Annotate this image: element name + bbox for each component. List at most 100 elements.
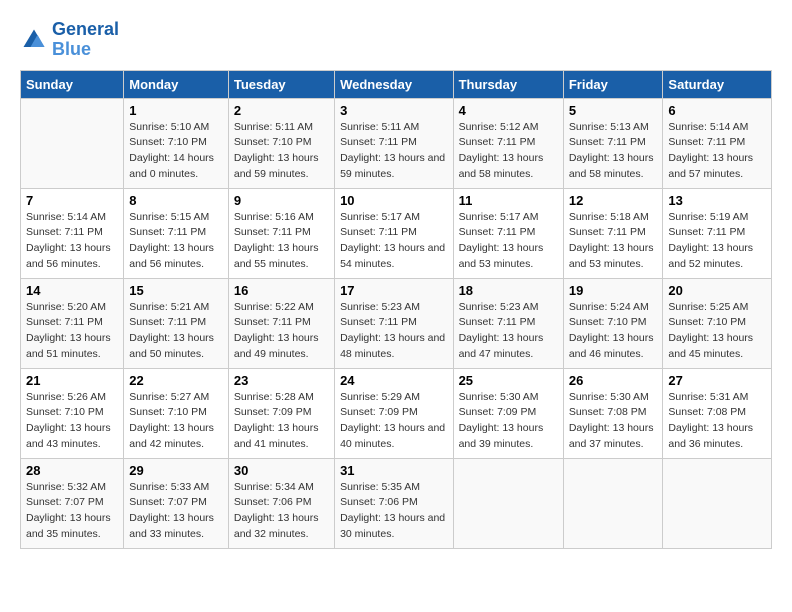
logo-text: General Blue [52, 20, 119, 60]
day-info: Sunrise: 5:26 AMSunset: 7:10 PMDaylight:… [26, 390, 118, 453]
calendar-cell: 22 Sunrise: 5:27 AMSunset: 7:10 PMDayligh… [124, 368, 229, 458]
day-info: Sunrise: 5:24 AMSunset: 7:10 PMDaylight:… [569, 300, 658, 363]
day-info: Sunrise: 5:20 AMSunset: 7:11 PMDaylight:… [26, 300, 118, 363]
calendar-cell: 27 Sunrise: 5:31 AMSunset: 7:08 PMDayligh… [663, 368, 772, 458]
day-info: Sunrise: 5:23 AMSunset: 7:11 PMDaylight:… [340, 300, 447, 363]
day-number: 27 [668, 373, 766, 388]
day-number: 28 [26, 463, 118, 478]
day-info: Sunrise: 5:10 AMSunset: 7:10 PMDaylight:… [129, 120, 223, 183]
day-number: 1 [129, 103, 223, 118]
day-number: 6 [668, 103, 766, 118]
calendar-cell: 1 Sunrise: 5:10 AMSunset: 7:10 PMDaylight… [124, 98, 229, 188]
calendar-cell: 19 Sunrise: 5:24 AMSunset: 7:10 PMDayligh… [563, 278, 663, 368]
day-number: 26 [569, 373, 658, 388]
day-info: Sunrise: 5:12 AMSunset: 7:11 PMDaylight:… [459, 120, 558, 183]
calendar-cell [453, 458, 563, 548]
day-number: 15 [129, 283, 223, 298]
day-info: Sunrise: 5:28 AMSunset: 7:09 PMDaylight:… [234, 390, 329, 453]
calendar-cell: 5Sunrise: 5:13 AMSunset: 7:11 PMDaylight… [563, 98, 663, 188]
day-number: 17 [340, 283, 447, 298]
calendar-table: SundayMondayTuesdayWednesdayThursdayFrid… [20, 70, 772, 549]
day-number: 4 [459, 103, 558, 118]
calendar-cell: 18 Sunrise: 5:23 AMSunset: 7:11 PMDayligh… [453, 278, 563, 368]
week-row-1: 1 Sunrise: 5:10 AMSunset: 7:10 PMDaylight… [21, 98, 772, 188]
day-info: Sunrise: 5:14 AMSunset: 7:11 PMDaylight:… [26, 210, 118, 273]
calendar-cell: 9 Sunrise: 5:16 AMSunset: 7:11 PMDaylight… [228, 188, 334, 278]
calendar-cell: 26 Sunrise: 5:30 AMSunset: 7:08 PMDayligh… [563, 368, 663, 458]
week-row-3: 14 Sunrise: 5:20 AMSunset: 7:11 PMDayligh… [21, 278, 772, 368]
day-info: Sunrise: 5:35 AMSunset: 7:06 PMDaylight:… [340, 480, 447, 543]
day-number: 25 [459, 373, 558, 388]
day-info: Sunrise: 5:17 AMSunset: 7:11 PMDaylight:… [340, 210, 447, 273]
calendar-cell: 24Sunrise: 5:29 AMSunset: 7:09 PMDayligh… [335, 368, 453, 458]
day-number: 5 [569, 103, 658, 118]
day-info: Sunrise: 5:15 AMSunset: 7:11 PMDaylight:… [129, 210, 223, 273]
weekday-header-friday: Friday [563, 70, 663, 98]
calendar-cell: 14 Sunrise: 5:20 AMSunset: 7:11 PMDayligh… [21, 278, 124, 368]
calendar-cell: 31 Sunrise: 5:35 AMSunset: 7:06 PMDayligh… [335, 458, 453, 548]
page-header: General Blue [20, 20, 772, 60]
weekday-header-wednesday: Wednesday [335, 70, 453, 98]
calendar-cell: 15 Sunrise: 5:21 AMSunset: 7:11 PMDayligh… [124, 278, 229, 368]
day-info: Sunrise: 5:17 AMSunset: 7:11 PMDaylight:… [459, 210, 558, 273]
day-number: 12 [569, 193, 658, 208]
day-info: Sunrise: 5:30 AMSunset: 7:08 PMDaylight:… [569, 390, 658, 453]
day-number: 30 [234, 463, 329, 478]
weekday-header-thursday: Thursday [453, 70, 563, 98]
calendar-cell: 29 Sunrise: 5:33 AMSunset: 7:07 PMDayligh… [124, 458, 229, 548]
weekday-header-tuesday: Tuesday [228, 70, 334, 98]
day-info: Sunrise: 5:21 AMSunset: 7:11 PMDaylight:… [129, 300, 223, 363]
calendar-cell: 17 Sunrise: 5:23 AMSunset: 7:11 PMDayligh… [335, 278, 453, 368]
calendar-cell: 6 Sunrise: 5:14 AMSunset: 7:11 PMDaylight… [663, 98, 772, 188]
day-number: 19 [569, 283, 658, 298]
calendar-cell: 2Sunrise: 5:11 AMSunset: 7:10 PMDaylight… [228, 98, 334, 188]
day-number: 21 [26, 373, 118, 388]
day-info: Sunrise: 5:22 AMSunset: 7:11 PMDaylight:… [234, 300, 329, 363]
day-number: 24 [340, 373, 447, 388]
day-info: Sunrise: 5:11 AMSunset: 7:11 PMDaylight:… [340, 120, 447, 183]
calendar-cell: 20 Sunrise: 5:25 AMSunset: 7:10 PMDayligh… [663, 278, 772, 368]
day-number: 3 [340, 103, 447, 118]
day-number: 10 [340, 193, 447, 208]
calendar-cell: 25 Sunrise: 5:30 AMSunset: 7:09 PMDayligh… [453, 368, 563, 458]
day-number: 31 [340, 463, 447, 478]
day-number: 16 [234, 283, 329, 298]
day-number: 22 [129, 373, 223, 388]
day-info: Sunrise: 5:32 AMSunset: 7:07 PMDaylight:… [26, 480, 118, 543]
day-info: Sunrise: 5:33 AMSunset: 7:07 PMDaylight:… [129, 480, 223, 543]
day-info: Sunrise: 5:27 AMSunset: 7:10 PMDaylight:… [129, 390, 223, 453]
weekday-header-monday: Monday [124, 70, 229, 98]
calendar-cell [21, 98, 124, 188]
day-number: 13 [668, 193, 766, 208]
day-info: Sunrise: 5:14 AMSunset: 7:11 PMDaylight:… [668, 120, 766, 183]
calendar-cell: 8 Sunrise: 5:15 AMSunset: 7:11 PMDaylight… [124, 188, 229, 278]
day-info: Sunrise: 5:16 AMSunset: 7:11 PMDaylight:… [234, 210, 329, 273]
calendar-cell: 13Sunrise: 5:19 AMSunset: 7:11 PMDayligh… [663, 188, 772, 278]
calendar-cell: 4 Sunrise: 5:12 AMSunset: 7:11 PMDaylight… [453, 98, 563, 188]
day-number: 8 [129, 193, 223, 208]
day-number: 29 [129, 463, 223, 478]
day-info: Sunrise: 5:30 AMSunset: 7:09 PMDaylight:… [459, 390, 558, 453]
day-info: Sunrise: 5:25 AMSunset: 7:10 PMDaylight:… [668, 300, 766, 363]
weekday-header-sunday: Sunday [21, 70, 124, 98]
week-row-2: 7Sunrise: 5:14 AMSunset: 7:11 PMDaylight… [21, 188, 772, 278]
weekday-header-row: SundayMondayTuesdayWednesdayThursdayFrid… [21, 70, 772, 98]
day-info: Sunrise: 5:18 AMSunset: 7:11 PMDaylight:… [569, 210, 658, 273]
day-info: Sunrise: 5:31 AMSunset: 7:08 PMDaylight:… [668, 390, 766, 453]
day-number: 9 [234, 193, 329, 208]
calendar-cell: 7Sunrise: 5:14 AMSunset: 7:11 PMDaylight… [21, 188, 124, 278]
day-number: 20 [668, 283, 766, 298]
calendar-cell: 16 Sunrise: 5:22 AMSunset: 7:11 PMDayligh… [228, 278, 334, 368]
week-row-4: 21 Sunrise: 5:26 AMSunset: 7:10 PMDayligh… [21, 368, 772, 458]
calendar-cell [563, 458, 663, 548]
calendar-cell: 3 Sunrise: 5:11 AMSunset: 7:11 PMDaylight… [335, 98, 453, 188]
calendar-cell [663, 458, 772, 548]
calendar-cell: 28 Sunrise: 5:32 AMSunset: 7:07 PMDayligh… [21, 458, 124, 548]
day-number: 14 [26, 283, 118, 298]
day-info: Sunrise: 5:11 AMSunset: 7:10 PMDaylight:… [234, 120, 329, 183]
day-number: 23 [234, 373, 329, 388]
week-row-5: 28 Sunrise: 5:32 AMSunset: 7:07 PMDayligh… [21, 458, 772, 548]
day-number: 18 [459, 283, 558, 298]
logo: General Blue [20, 20, 119, 60]
day-info: Sunrise: 5:23 AMSunset: 7:11 PMDaylight:… [459, 300, 558, 363]
